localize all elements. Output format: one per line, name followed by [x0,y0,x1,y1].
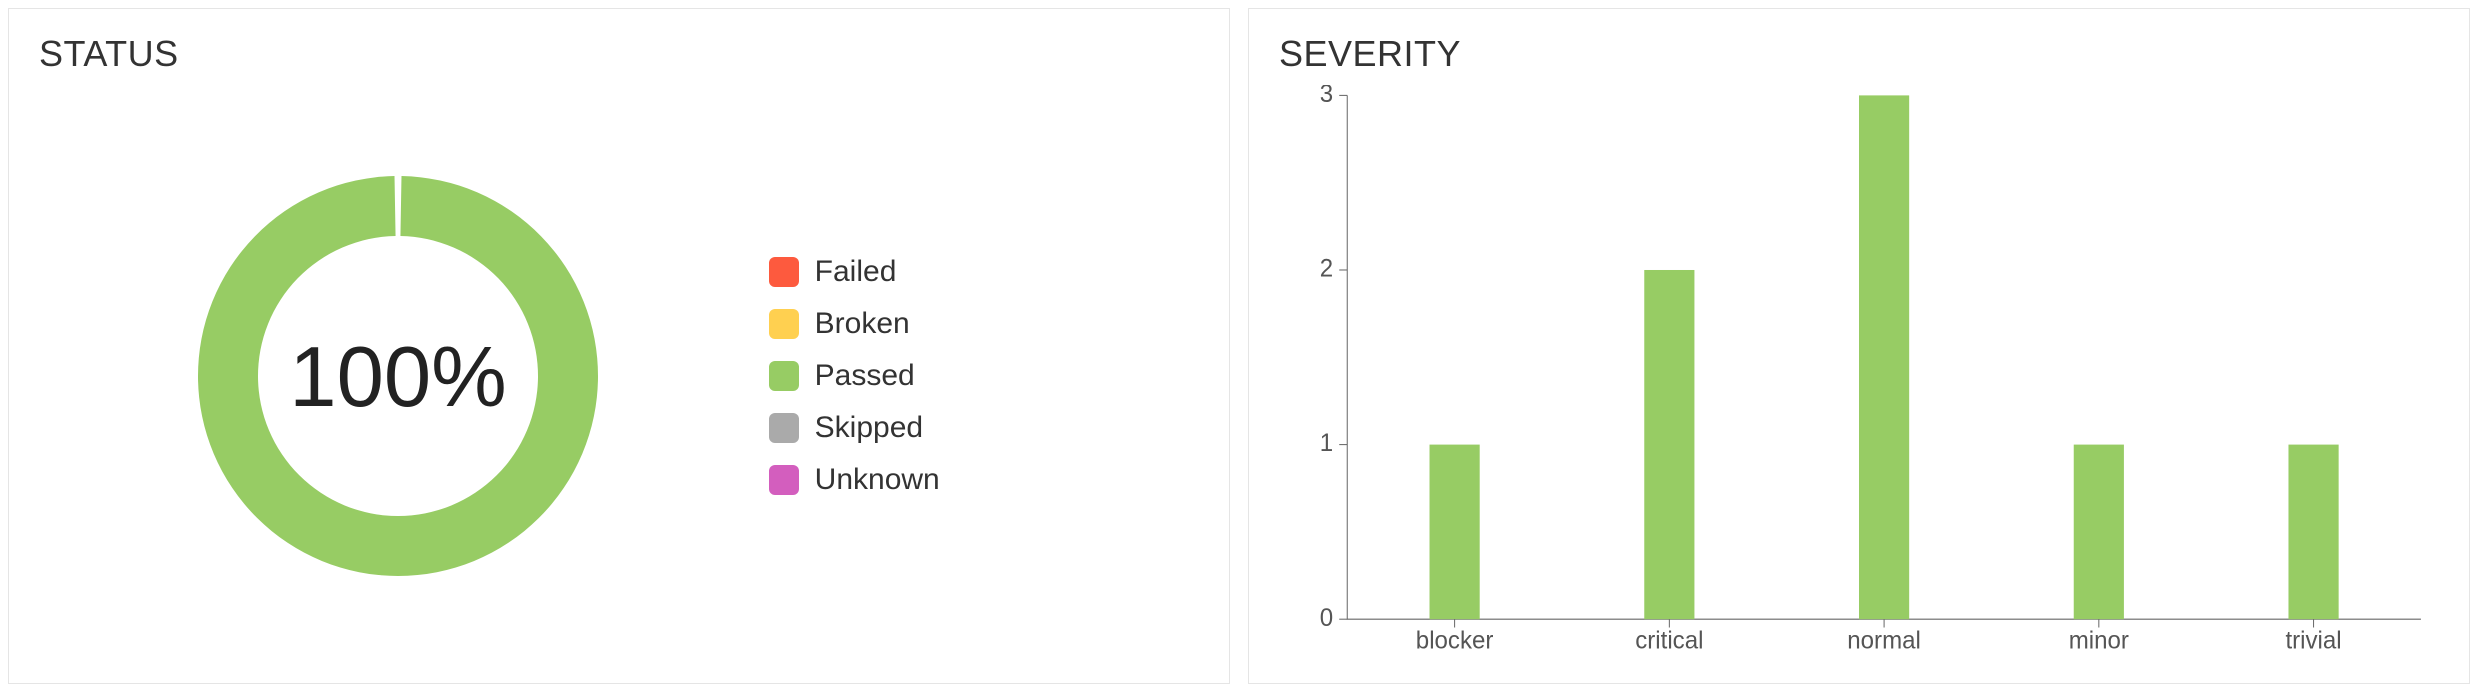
status-center-label: 100% [289,330,506,425]
status-donut-area: 100% [37,85,759,667]
bar-normal [1859,95,1909,619]
bar-minor [2074,445,2124,620]
legend-item-passed[interactable]: Passed [769,359,1201,393]
dashboard: STATUS 100% Failed Broken Passed Skipped Unk… [0,0,2478,692]
status-legend: Failed Broken Passed Skipped Unknown [759,255,1201,497]
legend-swatch-icon [769,465,799,495]
y-tick-label: 2 [1320,255,1333,282]
legend-swatch-icon [769,309,799,339]
legend-label: Unknown [815,463,940,497]
status-panel-body: 100% Failed Broken Passed Skipped Unknown [37,85,1201,667]
x-tick-label: normal [1847,627,1921,654]
bar-blocker [1430,445,1480,620]
status-donut-chart: 100% [148,126,648,626]
legend-swatch-icon [769,361,799,391]
legend-swatch-icon [769,413,799,443]
severity-panel-title: SEVERITY [1279,33,2441,75]
x-tick-label: blocker [1416,627,1494,654]
legend-label: Passed [815,359,915,393]
legend-swatch-icon [769,257,799,287]
severity-panel-body: 0 1 2 3 blocker critical normal minor trivial [1277,85,2441,667]
legend-label: Skipped [815,411,923,445]
x-tick-label: minor [2069,627,2129,654]
bar-trivial [2288,445,2338,620]
y-tick-label: 3 [1320,85,1333,108]
y-tick-label: 0 [1320,604,1333,631]
legend-label: Broken [815,307,910,341]
status-panel: STATUS 100% Failed Broken Passed Skipped Unk… [8,8,1230,684]
severity-panel: SEVERITY 0 1 2 3 blocker critical normal minor t… [1248,8,2470,684]
legend-item-skipped[interactable]: Skipped [769,411,1201,445]
legend-item-broken[interactable]: Broken [769,307,1201,341]
bar-critical [1644,270,1694,619]
status-panel-title: STATUS [39,33,1201,75]
severity-bar-chart: 0 1 2 3 blocker critical normal minor trivial [1277,85,2441,667]
legend-label: Failed [815,255,897,289]
legend-item-failed[interactable]: Failed [769,255,1201,289]
y-tick-label: 1 [1320,430,1333,457]
x-tick-label: trivial [2285,627,2341,654]
legend-item-unknown[interactable]: Unknown [769,463,1201,497]
x-tick-label: critical [1635,627,1703,654]
